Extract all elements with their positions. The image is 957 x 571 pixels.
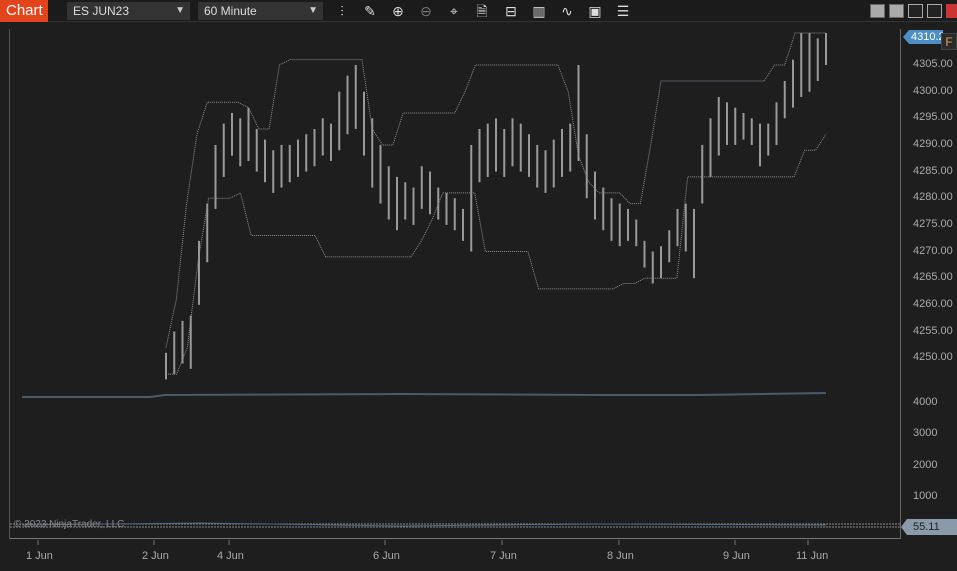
price-axis-label: 4275.00 bbox=[913, 217, 953, 230]
price-axis-label: 4305.00 bbox=[913, 58, 953, 70]
time-axis-label: 7 Jun bbox=[490, 550, 517, 562]
time-axis-label: 11 Jun bbox=[796, 550, 829, 562]
volume-axis-label: 1000 bbox=[913, 489, 938, 502]
channel-upper-line bbox=[165, 32, 826, 348]
price-axis-label: 4250.00 bbox=[913, 351, 953, 364]
price-axis-label: 4285.00 bbox=[913, 164, 953, 177]
time-axis-label: 6 Jun bbox=[373, 550, 400, 562]
price-axis-label: 4265.00 bbox=[913, 271, 953, 284]
price-axis-label: 4300.00 bbox=[913, 84, 953, 97]
volume-axis-label: 2000 bbox=[913, 458, 938, 471]
time-axis-label: 9 Jun bbox=[723, 550, 750, 562]
price-axis-label: 4270.00 bbox=[913, 244, 953, 257]
flag-button[interactable]: F bbox=[941, 33, 957, 50]
price-axis-label: 4290.00 bbox=[913, 137, 953, 150]
time-axis-label: 2 Jun bbox=[142, 550, 169, 562]
price-axis-label: 4280.00 bbox=[913, 191, 953, 204]
volume-axis-label: 4000 bbox=[913, 396, 938, 408]
indicator-value-flag: 55.11 bbox=[901, 519, 957, 535]
volume-line bbox=[22, 392, 827, 398]
current-price-flag: 4310.2 bbox=[903, 30, 943, 44]
copyright-text: © 2023 NinjaTrader, LLC bbox=[14, 519, 125, 530]
time-axis-label: 8 Jun bbox=[607, 550, 634, 562]
price-axis-label: 4255.00 bbox=[913, 324, 953, 337]
time-axis-label: 1 Jun bbox=[26, 550, 53, 562]
volume-axis-label: 3000 bbox=[913, 427, 938, 440]
price-axis-label: 4260.00 bbox=[913, 297, 953, 310]
price-axis-label: 4295.00 bbox=[913, 111, 953, 124]
time-axis-label: 4 Jun bbox=[217, 550, 244, 562]
price-chart bbox=[10, 32, 900, 545]
